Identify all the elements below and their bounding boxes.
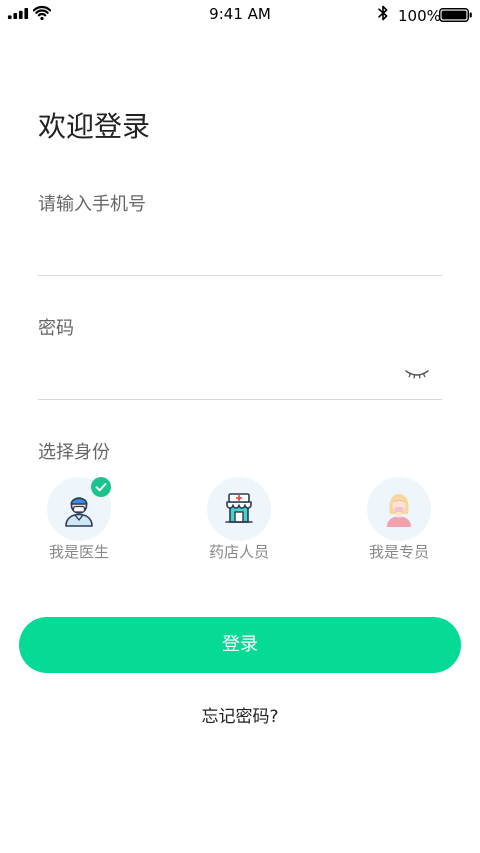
eye-closed-icon bbox=[405, 370, 429, 379]
password-visibility-toggle[interactable] bbox=[403, 366, 431, 384]
role-section-label: 选择身份 bbox=[38, 442, 110, 463]
login-screen: 9:41 AM 100% 欢迎登录 请输入手机号 密码 选择身份 我是医生 药店… bbox=[0, 0, 480, 853]
page-title: 欢迎登录 bbox=[38, 110, 151, 143]
role-option-staff[interactable]: 我是专员 bbox=[359, 477, 439, 567]
role-option-label: 我是医生 bbox=[48, 543, 109, 561]
phone-field-underline bbox=[38, 275, 442, 276]
staff-icon bbox=[387, 494, 411, 527]
status-bar: 9:41 AM 100% bbox=[0, 0, 480, 28]
bluetooth-icon bbox=[378, 5, 388, 21]
battery-percentage: 100% bbox=[398, 7, 441, 25]
role-option-pharmacy[interactable]: 药店人员 bbox=[199, 477, 279, 567]
password-field-label: 密码 bbox=[38, 318, 74, 339]
phone-input[interactable] bbox=[38, 226, 442, 272]
forgot-password-link[interactable]: 忘记密码? bbox=[0, 706, 480, 728]
role-option-label: 药店人员 bbox=[208, 543, 269, 561]
role-option-doctor[interactable]: 我是医生 bbox=[39, 477, 119, 567]
role-icon-circle bbox=[207, 477, 271, 541]
login-button[interactable]: 登录 bbox=[19, 617, 461, 673]
battery-icon bbox=[439, 8, 472, 22]
pharmacy-icon bbox=[225, 493, 253, 523]
role-icon-circle bbox=[47, 477, 111, 541]
role-icon-circle bbox=[367, 477, 431, 541]
password-input[interactable] bbox=[38, 350, 398, 396]
selected-check-icon bbox=[91, 477, 111, 497]
role-option-label: 我是专员 bbox=[368, 543, 429, 561]
phone-field-label: 请输入手机号 bbox=[38, 194, 146, 215]
password-field-underline bbox=[38, 399, 442, 400]
